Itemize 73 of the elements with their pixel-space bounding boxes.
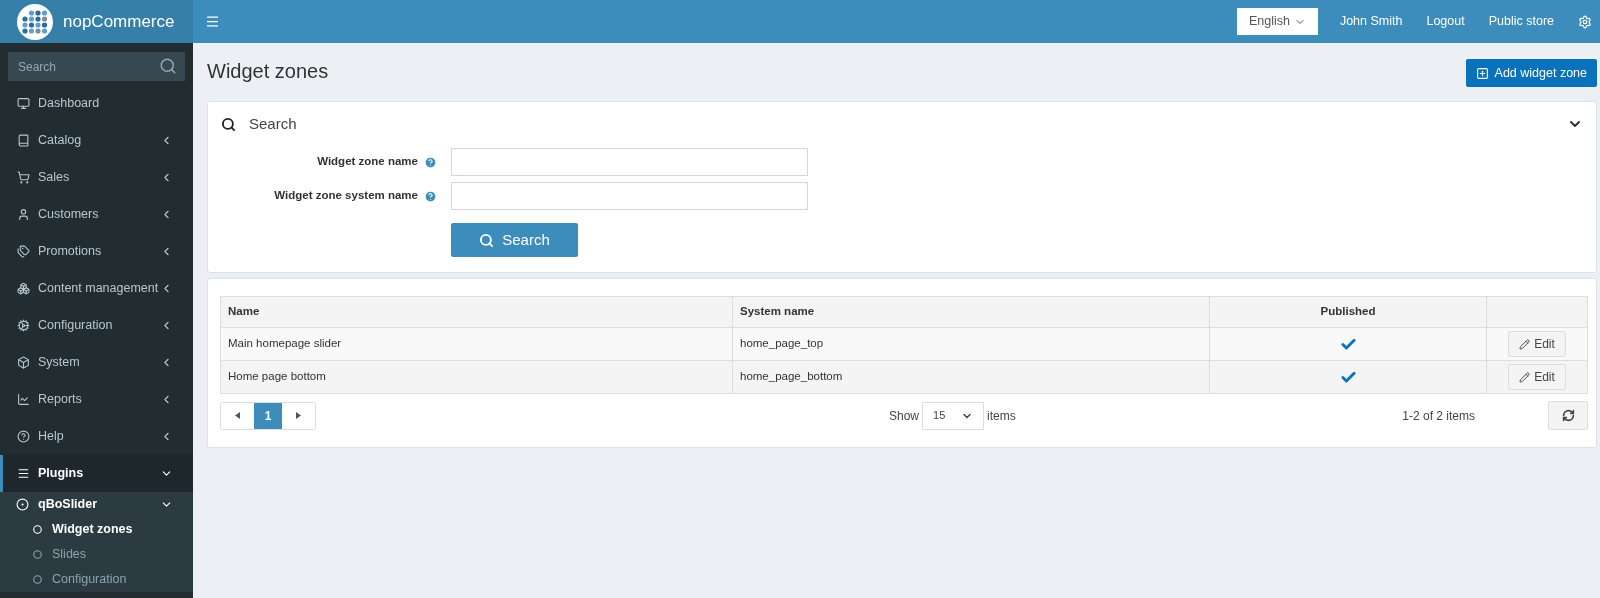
field-label: Widget zone name [317,154,418,170]
sidebar-item[interactable]: Content management [0,270,193,307]
submenu-link[interactable]: Slides [0,542,193,567]
logo-text[interactable]: nopCommerce [63,8,175,35]
triangle-left-icon [235,412,240,419]
column-header: Published [1209,296,1487,328]
triangle-right-icon [296,412,301,419]
search-icon [479,232,495,248]
page-button[interactable]: 1 [254,402,282,429]
page-size-select[interactable]: 15 [922,401,985,430]
table-cell: Main homepage slider [220,327,733,361]
table-cell: home_page_bottom [732,360,1210,394]
search-button[interactable]: Search [451,223,578,257]
menu-icon[interactable] [205,14,220,29]
submenu-link[interactable]: Widget zones [0,517,193,542]
sidebar-item[interactable]: Customers [0,196,193,233]
user-link[interactable]: John Smith [1339,12,1403,31]
table-cell: home_page_top [732,327,1210,361]
submenu-link[interactable]: Configuration [0,567,193,592]
cart-icon [17,171,30,184]
refresh-icon [1561,409,1575,422]
circle-icon [33,550,42,559]
sidebar-item[interactable]: Reports [0,381,193,418]
language-select[interactable]: English [1236,8,1318,35]
submenu-item[interactable]: qBoSlider [0,492,193,517]
chart-icon [17,393,30,406]
sidebar-item[interactable]: Sales [0,159,193,196]
column-header: Name [220,296,733,328]
edit-button[interactable]: Edit [1508,364,1566,390]
pencil-icon [1519,338,1531,350]
items-summary: 1-2 of 2 items [1402,407,1475,425]
radio-dot-icon [16,498,29,511]
sidebar-item[interactable]: System [0,344,193,381]
panel-title[interactable]: Search [249,112,1567,136]
page-title: Widget zones [207,59,329,84]
monitor-icon [17,97,30,110]
cubes-icon [17,282,30,295]
sidebar-item[interactable]: Catalog [0,122,193,159]
input-field[interactable] [451,182,808,210]
help-icon[interactable] [424,189,437,203]
plus-icon [1475,66,1489,80]
column-header: System name [732,296,1210,328]
add-widget-zone-button[interactable]: Add widget zone [1465,59,1597,87]
tags-icon [17,245,30,258]
logo-icon [17,3,53,40]
header-link[interactable]: Public store [1488,12,1554,31]
book-icon [17,134,30,147]
sidebar-item[interactable]: Dashboard [0,85,193,122]
sidebar-item[interactable]: Configuration [0,307,193,344]
search-icon [221,116,236,132]
show-label: Show [889,407,920,425]
field-label: Widget zone system name [274,188,418,204]
table-cell: Home page bottom [220,360,733,394]
pencil-icon [1519,371,1531,383]
refresh-button[interactable] [1548,401,1588,430]
user-icon [17,208,30,221]
help-icon[interactable] [424,155,437,169]
input-field[interactable] [451,148,808,176]
circle-icon [33,525,42,534]
sidebar-item[interactable]: Plugins [0,455,193,492]
search-icon [159,57,177,75]
help-icon [17,430,30,443]
items-label: items [987,407,1016,425]
circle-icon [33,575,42,584]
edit-button[interactable]: Edit [1508,331,1566,357]
gears-icon [17,319,30,332]
gears-icon[interactable] [1578,14,1592,29]
menu-icon [17,467,30,480]
search-field[interactable]: Search [8,52,185,81]
sidebar-item[interactable]: Promotions [0,233,193,270]
sidebar-item[interactable]: Help [0,418,193,455]
header-link[interactable]: Logout [1426,12,1465,31]
cube-icon [17,356,30,369]
